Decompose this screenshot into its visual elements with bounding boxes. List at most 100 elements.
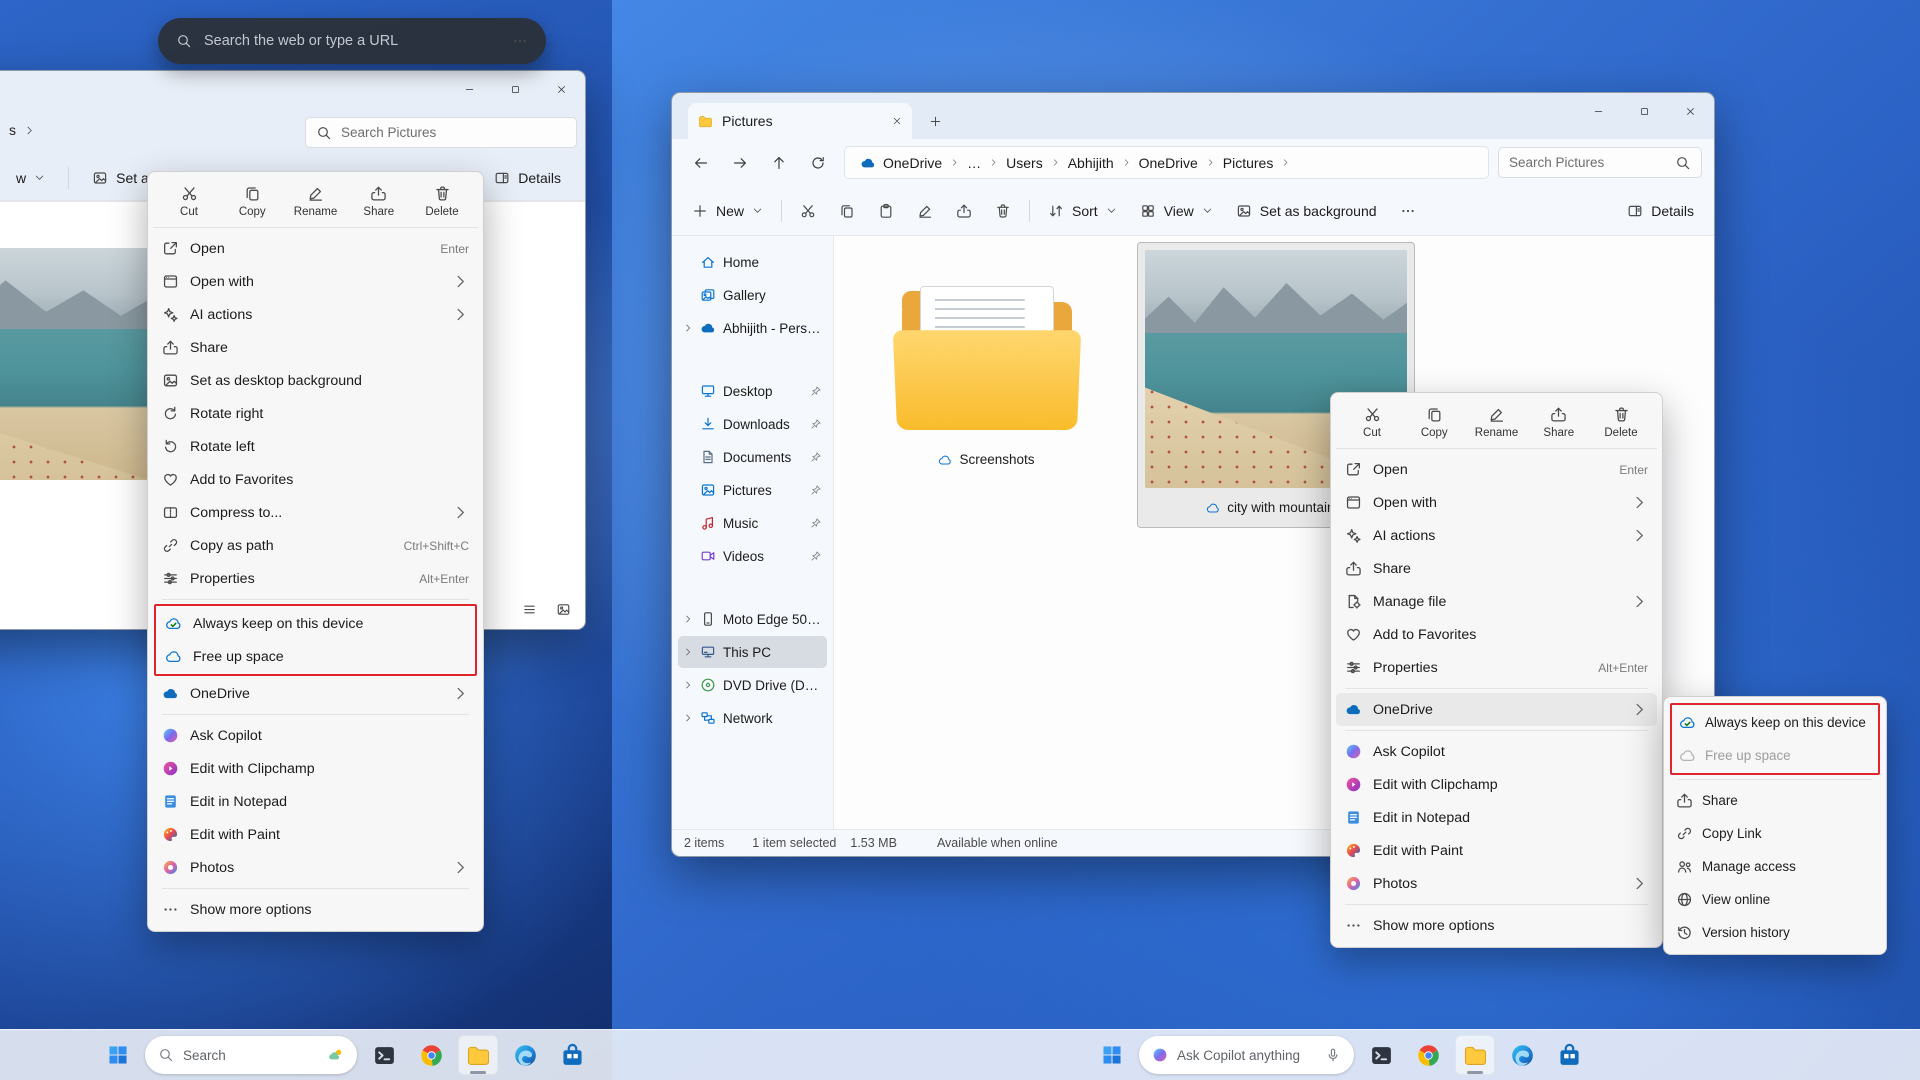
quick-action-delete[interactable]: Delete — [414, 179, 470, 222]
sort-button[interactable]: Sort — [1038, 197, 1127, 225]
delete-button[interactable] — [985, 194, 1021, 228]
quick-action-rename[interactable]: Rename — [1469, 400, 1525, 443]
menu-item-onedrive[interactable]: OneDrive — [1336, 693, 1657, 726]
minimize-button[interactable] — [446, 72, 492, 106]
image-thumbnail-city[interactable] — [0, 248, 149, 480]
sidebar-item-downloads[interactable]: Downloads — [678, 408, 827, 440]
sidebar-item-music[interactable]: Music — [678, 507, 827, 539]
close-button[interactable] — [1667, 94, 1713, 128]
menu-item-properties[interactable]: PropertiesAlt+Enter — [1336, 651, 1657, 684]
menu-item-share[interactable]: Share — [1336, 552, 1657, 585]
close-button[interactable] — [538, 72, 584, 106]
maximize-button[interactable] — [492, 72, 538, 106]
store-taskbar-button[interactable] — [552, 1035, 592, 1075]
menu-item-ai-actions[interactable]: AI actions — [153, 298, 478, 331]
sidebar-item-pictures[interactable]: Pictures — [678, 474, 827, 506]
details-pane-button[interactable]: Details — [484, 164, 571, 192]
quick-action-rename[interactable]: Rename — [288, 179, 344, 222]
tab-close-icon[interactable] — [892, 116, 902, 126]
copilot-search[interactable]: Ask Copilot anything — [1139, 1036, 1354, 1074]
menu-item-edit-in-notepad[interactable]: Edit in Notepad — [1336, 801, 1657, 834]
quick-action-cut[interactable]: Cut — [1344, 400, 1400, 443]
menu-item-properties[interactable]: PropertiesAlt+Enter — [153, 562, 478, 595]
menu-item-ask-copilot[interactable]: Ask Copilot — [1336, 735, 1657, 768]
breadcrumb-abhijith[interactable]: Abhijith — [1061, 152, 1121, 174]
set-background-button[interactable]: Set as background — [1226, 197, 1387, 225]
menu-item-add-to-favorites[interactable]: Add to Favorites — [153, 463, 478, 496]
menu-item-set-as-desktop-background[interactable]: Set as desktop background — [153, 364, 478, 397]
menu-item-version-history[interactable]: Version history — [1669, 916, 1881, 949]
breadcrumb-ellipsis[interactable]: … — [960, 152, 988, 174]
menu-item-rotate-left[interactable]: Rotate left — [153, 430, 478, 463]
breadcrumb-onedrive[interactable]: OneDrive — [853, 152, 949, 174]
menu-item-copy-link[interactable]: Copy Link — [1669, 817, 1881, 850]
menu-item-open-with[interactable]: Open with — [153, 265, 478, 298]
menu-item-open[interactable]: OpenEnter — [1336, 453, 1657, 486]
copy-button[interactable] — [829, 194, 865, 228]
view-button[interactable]: View — [1130, 197, 1223, 225]
menu-item-view-online[interactable]: View online — [1669, 883, 1881, 916]
file-item-screenshots[interactable]: Screenshots — [870, 246, 1103, 532]
sidebar-item-network[interactable]: Network — [678, 702, 827, 734]
taskbar-search[interactable]: Search — [145, 1036, 357, 1074]
menu-item-add-to-favorites[interactable]: Add to Favorites — [1336, 618, 1657, 651]
menu-item-open-with[interactable]: Open with — [1336, 486, 1657, 519]
sidebar-item-gallery[interactable]: Gallery — [678, 279, 827, 311]
file-explorer-taskbar-button[interactable] — [1455, 1035, 1495, 1075]
start-button[interactable] — [1092, 1035, 1132, 1075]
sidebar-item-documents[interactable]: Documents — [678, 441, 827, 473]
menu-item-onedrive[interactable]: OneDrive — [153, 677, 478, 710]
microphone-icon[interactable] — [1325, 1047, 1341, 1063]
menu-item-always-keep-on-this-device[interactable]: Always keep on this device — [1672, 706, 1878, 739]
menu-item-share[interactable]: Share — [153, 331, 478, 364]
web-search-widget[interactable]: Search the web or type a URL — [158, 18, 546, 64]
menu-item-rotate-right[interactable]: Rotate right — [153, 397, 478, 430]
menu-item-show-more-options[interactable]: Show more options — [153, 893, 478, 926]
file-explorer-taskbar-button[interactable] — [458, 1035, 498, 1075]
chrome-taskbar-button[interactable] — [1408, 1035, 1448, 1075]
chrome-taskbar-button[interactable] — [411, 1035, 451, 1075]
menu-item-photos[interactable]: Photos — [1336, 867, 1657, 900]
tab-pictures[interactable]: Pictures — [688, 103, 912, 139]
menu-item-edit-with-paint[interactable]: Edit with Paint — [1336, 834, 1657, 867]
cut-button[interactable] — [790, 194, 826, 228]
breadcrumb-onedrive[interactable]: OneDrive — [1132, 152, 1205, 174]
menu-item-edit-in-notepad[interactable]: Edit in Notepad — [153, 785, 478, 818]
breadcrumb-users[interactable]: Users — [999, 152, 1050, 174]
menu-item-compress-to[interactable]: Compress to... — [153, 496, 478, 529]
menu-item-copy-as-path[interactable]: Copy as pathCtrl+Shift+C — [153, 529, 478, 562]
sidebar-item-moto-edge-50-neo[interactable]: Moto Edge 50 Neo — [678, 603, 827, 635]
store-taskbar-button[interactable] — [1549, 1035, 1589, 1075]
new-tab-button[interactable] — [920, 106, 950, 136]
rename-button[interactable] — [907, 194, 943, 228]
refresh-button[interactable] — [801, 147, 835, 179]
terminal-taskbar-button[interactable] — [1361, 1035, 1401, 1075]
menu-item-free-up-space[interactable]: Free up space — [1672, 739, 1878, 772]
sidebar-item-abhijith-personal[interactable]: Abhijith - Personal — [678, 312, 827, 344]
thumbnail-view-toggle[interactable] — [553, 599, 573, 619]
details-pane-button[interactable]: Details — [1617, 197, 1704, 225]
quick-action-copy[interactable]: Copy — [1406, 400, 1462, 443]
sidebar-item-home[interactable]: Home — [678, 246, 827, 278]
quick-action-copy[interactable]: Copy — [224, 179, 280, 222]
menu-item-ai-actions[interactable]: AI actions — [1336, 519, 1657, 552]
quick-action-delete[interactable]: Delete — [1593, 400, 1649, 443]
quick-action-share[interactable]: Share — [351, 179, 407, 222]
more-options-button[interactable] — [1390, 194, 1426, 228]
paste-button[interactable] — [868, 194, 904, 228]
view-button-fragment[interactable]: w — [6, 164, 55, 192]
share-button[interactable] — [946, 194, 982, 228]
menu-item-edit-with-paint[interactable]: Edit with Paint — [153, 818, 478, 851]
quick-action-share[interactable]: Share — [1531, 400, 1587, 443]
menu-item-photos[interactable]: Photos — [153, 851, 478, 884]
minimize-button[interactable] — [1575, 94, 1621, 128]
maximize-button[interactable] — [1621, 94, 1667, 128]
forward-button[interactable] — [723, 147, 757, 179]
more-icon[interactable] — [512, 33, 528, 49]
sidebar-item-videos[interactable]: Videos — [678, 540, 827, 572]
search-box[interactable]: Search Pictures — [1498, 147, 1702, 178]
edge-taskbar-button[interactable] — [1502, 1035, 1542, 1075]
sidebar-item-this-pc[interactable]: This PC — [678, 636, 827, 668]
menu-item-free-up-space[interactable]: Free up space — [156, 640, 475, 673]
menu-item-always-keep-on-this-device[interactable]: Always keep on this device — [156, 607, 475, 640]
